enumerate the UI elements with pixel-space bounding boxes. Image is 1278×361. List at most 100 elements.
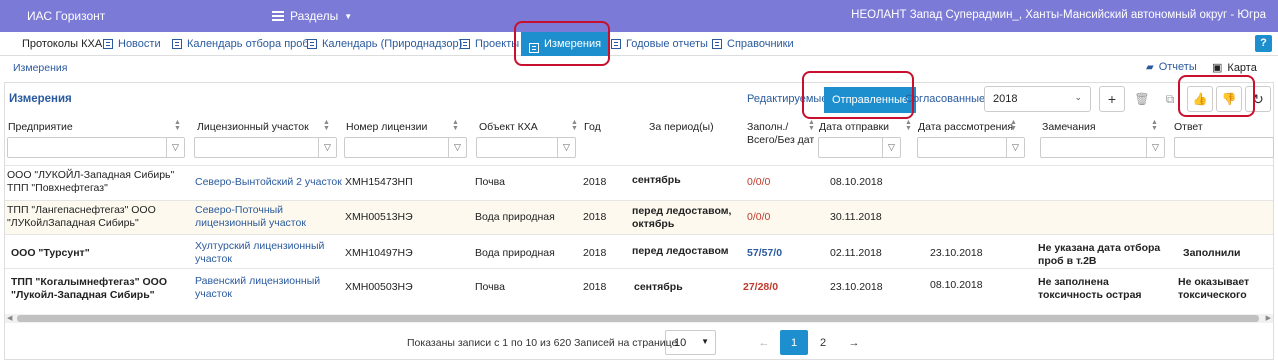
highlight-sent-toggle <box>802 71 914 119</box>
table-icon <box>103 39 113 49</box>
filter-license[interactable]: ▽ <box>344 137 467 158</box>
highlight-approve-reject <box>1178 75 1255 117</box>
scroll-right-icon[interactable]: ▶ <box>1266 314 1271 322</box>
filter-icon[interactable]: ▽ <box>557 138 575 157</box>
filter-icon[interactable]: ▽ <box>1146 138 1164 157</box>
filter-answer <box>1174 137 1274 158</box>
cell-answer: Заполнили <box>1183 247 1241 259</box>
scroll-left-icon[interactable]: ◀ <box>7 314 12 322</box>
map-icon: ▣ <box>1212 62 1223 74</box>
pager-summary: Показаны записи с 1 по 10 из 620 Записей… <box>407 337 678 349</box>
cell-area[interactable]: Северо-Поточный лицензионный участок <box>195 204 325 230</box>
filter-remarks[interactable]: ▽ <box>1040 137 1165 158</box>
table-row[interactable]: ТПП "Лангепаснефтегаз" ООО "ЛУКойлЗападн… <box>5 200 1273 234</box>
column-header-license[interactable]: Номер лицензии <box>346 121 427 133</box>
filter-area[interactable]: ▽ <box>194 137 337 158</box>
nav-sampling-calendar[interactable]: Календарь отбора проб <box>172 38 309 50</box>
nav-projects[interactable]: Проекты <box>460 38 519 50</box>
delete-button[interactable]: 🗑 <box>1129 86 1155 112</box>
column-header-year[interactable]: Год <box>584 121 601 133</box>
toggle-approved[interactable]: Согласованные <box>905 93 985 105</box>
cell-review-date: 23.10.2018 <box>930 247 983 259</box>
sort-icon[interactable]: ▲ ▼ <box>905 119 912 132</box>
breadcrumb[interactable]: Измерения <box>13 62 67 74</box>
prev-page-button[interactable]: ← <box>750 330 778 355</box>
sort-icon[interactable]: ▲ ▼ <box>452 119 459 132</box>
column-header-sent-date[interactable]: Дата отправки <box>819 121 889 133</box>
reports-link[interactable]: ▰ Отчеты <box>1146 61 1197 73</box>
horizontal-scrollbar[interactable]: ◀ ▶ <box>5 314 1273 323</box>
cell-company: ООО "Турсунт" <box>11 247 90 259</box>
filter-review-date[interactable]: ▽ <box>917 137 1025 158</box>
table-icon <box>611 39 621 49</box>
cell-area[interactable]: Северо-Вынтойский 2 участок <box>195 176 342 189</box>
column-header-answer[interactable]: Ответ <box>1174 121 1203 133</box>
cell-sent-date: 23.10.2018 <box>830 281 883 293</box>
add-button[interactable]: + <box>1099 86 1125 112</box>
sort-icon[interactable]: ▲ ▼ <box>808 119 815 132</box>
column-header-review-date[interactable]: Дата рассмотрения <box>918 121 1013 133</box>
page-button-2[interactable]: 2 <box>809 330 837 355</box>
filter-icon[interactable]: ▽ <box>1006 138 1024 157</box>
column-header-object[interactable]: Объект КХА <box>479 121 538 133</box>
cell-area[interactable]: Равенский лицензионный участок <box>195 275 330 301</box>
sort-icon[interactable]: ▲ ▼ <box>323 119 330 132</box>
trash-icon: 🗑 <box>1134 92 1150 106</box>
column-header-area[interactable]: Лицензионный участок <box>197 121 309 133</box>
cell-company: ООО "ЛУКОЙЛ-Западная Сибирь" ТПП "Повхне… <box>7 169 175 194</box>
table-row[interactable]: ООО "Турсунт" Хултурский лицензионный уч… <box>5 234 1273 268</box>
year-select[interactable]: 2018 ⌄ <box>984 86 1091 112</box>
cell-year: 2018 <box>583 211 607 223</box>
sort-icon[interactable]: ▲ ▼ <box>174 119 181 132</box>
sort-icon[interactable]: ▲ ▼ <box>1010 119 1017 132</box>
column-header-company[interactable]: Предприятие <box>8 121 73 133</box>
nav-protocols[interactable]: Протоколы КХА <box>22 38 102 50</box>
filter-object[interactable]: ▽ <box>476 137 576 158</box>
map-link[interactable]: ▣ Карта <box>1212 61 1257 75</box>
cell-area[interactable]: Хултурский лицензионный участок <box>195 240 330 266</box>
nav-bar: Протоколы КХА Новости Календарь отбора п… <box>0 32 1278 56</box>
filter-icon[interactable]: ▽ <box>166 138 184 157</box>
filter-icon[interactable]: ▽ <box>882 138 900 157</box>
table-icon <box>712 39 722 49</box>
nav-calendar-prirodnadzor[interactable]: Календарь (Природнадзор) <box>307 38 462 50</box>
help-button[interactable]: ? <box>1255 35 1272 52</box>
sections-label: Разделы <box>290 9 339 23</box>
table-row[interactable]: ООО "ЛУКОЙЛ-Западная Сибирь" ТПП "Повхне… <box>5 165 1273 200</box>
nav-annual-reports[interactable]: Годовые отчеты <box>611 38 708 50</box>
per-page-select[interactable]: 10 ▼ <box>665 330 716 355</box>
nav-references[interactable]: Справочники <box>712 38 794 50</box>
filter-icon[interactable]: ▽ <box>318 138 336 157</box>
column-header-period[interactable]: За период(ы) <box>649 121 714 133</box>
column-header-filled[interactable]: Заполн./Всего/Без дат <box>747 121 817 147</box>
chevron-down-icon: ▼ <box>701 337 709 346</box>
cell-sent-date: 08.10.2018 <box>830 176 883 188</box>
cell-object: Вода природная <box>475 247 555 259</box>
app-title[interactable]: ИАС Горизонт <box>27 9 105 23</box>
cell-year: 2018 <box>583 247 607 259</box>
breadcrumb-row: Измерения ▰ Отчеты ▣ Карта <box>0 57 1278 77</box>
cell-object: Вода природная <box>475 211 555 223</box>
sort-icon[interactable]: ▲ ▼ <box>571 119 578 132</box>
filter-icon[interactable]: ▽ <box>448 138 466 157</box>
sort-icon[interactable]: ▲ ▼ <box>1151 119 1158 132</box>
page-button-1[interactable]: 1 <box>780 330 808 355</box>
cell-filled: 57/57/0 <box>747 247 783 259</box>
cell-period: перед ледоставом, октябрь <box>632 205 732 230</box>
cell-license: ХМН15473НП <box>345 176 413 188</box>
column-header-remarks[interactable]: Замечания <box>1042 121 1096 133</box>
scrollbar-thumb[interactable] <box>17 315 1259 322</box>
nav-news[interactable]: Новости <box>103 38 161 50</box>
filter-company[interactable]: ▽ <box>7 137 185 158</box>
table-icon <box>307 39 317 49</box>
user-menu[interactable]: НЕОЛАНТ Запад Суперадмин_, Ханты-Мансийс… <box>851 9 1266 21</box>
table-icon <box>172 39 182 49</box>
next-page-button[interactable]: → <box>840 330 868 355</box>
cell-filled: 0/0/0 <box>747 211 771 223</box>
sections-menu[interactable]: Разделы ▼ <box>272 9 352 23</box>
cell-period: сентябрь <box>634 281 683 293</box>
filter-sent-date[interactable]: ▽ <box>818 137 901 158</box>
table-row[interactable]: ТПП "Когалымнефтегаз" ООО "Лукойл-Западн… <box>5 268 1273 304</box>
plus-icon: + <box>1107 91 1117 107</box>
panel-title: Измерения <box>9 93 72 105</box>
